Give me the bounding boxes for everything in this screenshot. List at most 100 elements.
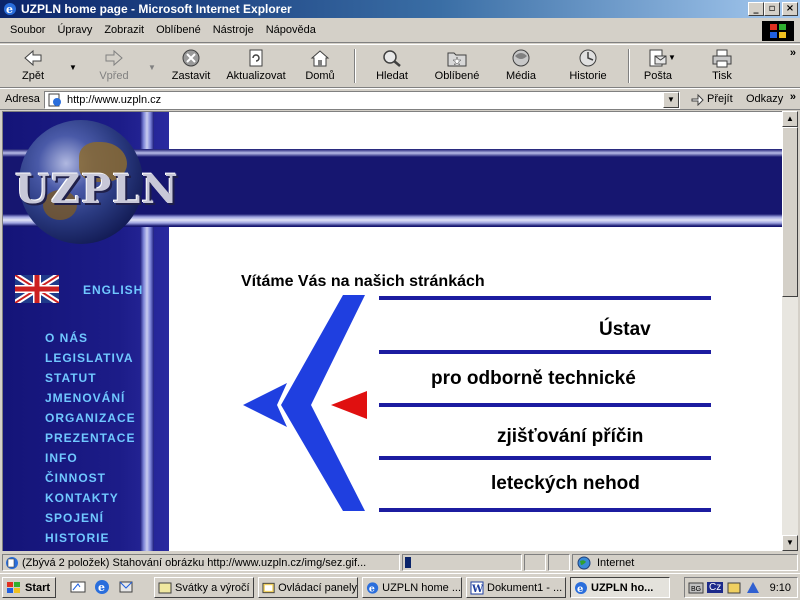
windows-flag-icon	[7, 581, 20, 593]
task-uzpln-active[interactable]: e UZPLN ho...	[570, 577, 670, 598]
task-svatky[interactable]: Svátky a výročí	[154, 577, 254, 598]
menu-zobrazit[interactable]: Zobrazit	[98, 24, 150, 36]
uk-flag-icon[interactable]	[15, 275, 59, 303]
plane-tail-shape	[243, 383, 287, 427]
scroll-up-arrow-icon[interactable]: ▲	[782, 111, 798, 127]
address-label: Adresa	[5, 93, 40, 105]
nav-info[interactable]: INFO	[45, 451, 136, 471]
maximize-button[interactable]: ▫	[764, 2, 780, 16]
nav-menu: O NÁS LEGISLATIVA STATUT JMENOVÁNÍ ORGAN…	[45, 331, 136, 551]
stop-button[interactable]: Zastavit	[166, 48, 216, 86]
system-tray: BG Cz 9:10	[684, 577, 798, 598]
menu-nastroje[interactable]: Nástroje	[207, 24, 260, 36]
home-button[interactable]: Domů	[300, 48, 340, 86]
quicklaunch-ie-icon[interactable]: e	[94, 579, 110, 595]
address-bar: Adresa http://www.uzpln.cz ▼ Přejít Odka…	[0, 88, 800, 110]
nav-jmenovani[interactable]: JMENOVÁNÍ	[45, 391, 136, 411]
plane-nose-shape	[331, 391, 367, 419]
links-more-chevron[interactable]: »	[790, 91, 796, 103]
favorites-button[interactable]: Oblíbené	[432, 48, 482, 86]
nav-statut[interactable]: STATUT	[45, 371, 136, 391]
refresh-button[interactable]: Aktualizovat	[224, 48, 288, 86]
forward-arrow-icon	[105, 49, 123, 67]
windows-logo-icon	[762, 21, 794, 41]
address-dropdown-icon[interactable]: ▼	[663, 92, 679, 108]
task-dokument1[interactable]: W Dokument1 - ...	[466, 577, 566, 598]
nav-legislativa[interactable]: LEGISLATIVA	[45, 351, 136, 371]
tray-antivirus-icon[interactable]	[726, 581, 742, 595]
forward-dropdown-icon[interactable]: ▼	[148, 63, 156, 72]
progress-cell	[402, 554, 522, 571]
mail-icon	[649, 49, 667, 67]
progress-bar-fill	[405, 557, 411, 568]
printer-icon	[712, 49, 732, 68]
nav-spojeni[interactable]: SPOJENÍ	[45, 511, 136, 531]
menu-oblibene[interactable]: Oblíbené	[150, 24, 207, 36]
back-button[interactable]: Zpět	[10, 48, 56, 86]
control-panel-icon	[262, 582, 275, 593]
tray-app-icon[interactable]: BG	[688, 581, 704, 595]
home-icon	[310, 50, 330, 67]
vertical-scrollbar[interactable]: ▲ ▼	[782, 111, 798, 551]
page-viewport: UZPLN ENGLISH O NÁS LEGISLATIVA STATUT J…	[2, 111, 782, 551]
minimize-button[interactable]: _	[748, 2, 764, 16]
slogan-line-2: pro odborně technické	[431, 368, 636, 389]
ie-icon: e	[2, 2, 18, 16]
scroll-down-arrow-icon[interactable]: ▼	[782, 535, 798, 551]
quicklaunch-desktop-icon[interactable]	[70, 579, 86, 595]
slogan-line	[379, 456, 711, 460]
search-icon	[383, 50, 401, 67]
slogan-line-1: Ústav	[599, 319, 651, 340]
nav-kontakty[interactable]: KONTAKTY	[45, 491, 136, 511]
quicklaunch-outlook-icon[interactable]	[118, 579, 134, 595]
site-logo[interactable]: UZPLN	[15, 166, 179, 213]
nav-historie[interactable]: HISTORIE	[45, 531, 136, 551]
mail-dropdown-icon[interactable]: ▼	[668, 53, 676, 62]
welcome-heading: Vítáme Vás na našich stránkách	[241, 273, 485, 290]
task-ovladaci-panely[interactable]: Ovládací panely	[258, 577, 358, 598]
svg-text:BG: BG	[691, 586, 701, 593]
standard-toolbar: Zpět ▼ Vpřed ▼ Zastavit Aktualizovat Dom…	[0, 44, 800, 88]
nav-prezentace[interactable]: PREZENTACE	[45, 431, 136, 451]
links-button[interactable]: Odkazy	[746, 93, 783, 105]
search-button[interactable]: Hledat	[370, 48, 414, 86]
close-button[interactable]: ×	[782, 2, 798, 16]
forward-button[interactable]: Vpřed	[92, 48, 136, 86]
language-indicator[interactable]: Cz	[707, 582, 724, 593]
title-bar[interactable]: e UZPLN home page - Microsoft Internet E…	[0, 0, 800, 18]
print-button[interactable]: Tisk	[706, 48, 738, 86]
media-button[interactable]: Média	[502, 48, 540, 86]
slogan-line	[379, 508, 711, 512]
task-uzpln-1[interactable]: e UZPLN home ...	[362, 577, 462, 598]
nav-organizace[interactable]: ORGANIZACE	[45, 411, 136, 431]
menu-napoveda[interactable]: Nápověda	[260, 24, 322, 36]
menu-soubor[interactable]: Soubor	[4, 24, 51, 36]
go-arrow-icon	[691, 93, 704, 106]
slogan-line	[379, 403, 711, 407]
clock[interactable]: 9:10	[770, 582, 791, 594]
history-icon	[579, 49, 597, 67]
nav-cinnost[interactable]: ČINNOST	[45, 471, 136, 491]
media-icon	[512, 49, 530, 67]
ie-icon: e	[366, 581, 379, 594]
back-dropdown-icon[interactable]: ▼	[69, 63, 77, 72]
address-url: http://www.uzpln.cz	[67, 94, 162, 106]
taskbar: Start e Svátky a výročí Ovládací panely …	[0, 573, 800, 600]
address-input[interactable]: http://www.uzpln.cz ▼	[44, 91, 680, 109]
page-icon	[48, 93, 61, 107]
nav-o-nas[interactable]: O NÁS	[45, 331, 136, 351]
svg-text:e: e	[369, 583, 375, 594]
start-button[interactable]: Start	[2, 577, 56, 598]
loading-page-icon	[6, 556, 18, 569]
status-text: (Zbývá 2 položek) Stahování obrázku http…	[22, 556, 367, 569]
status-cell	[524, 554, 546, 571]
tray-network-icon[interactable]	[745, 581, 761, 595]
menu-upravy[interactable]: Úpravy	[51, 24, 98, 36]
history-button[interactable]: Historie	[566, 48, 610, 86]
slogan-line-3: zjišťování příčin	[497, 426, 644, 447]
english-link[interactable]: ENGLISH	[83, 283, 143, 297]
go-button[interactable]: Přejít	[690, 92, 733, 106]
scroll-thumb[interactable]	[782, 127, 798, 297]
favorites-folder-icon	[447, 52, 467, 67]
toolbar-more-chevron[interactable]: »	[790, 47, 796, 59]
